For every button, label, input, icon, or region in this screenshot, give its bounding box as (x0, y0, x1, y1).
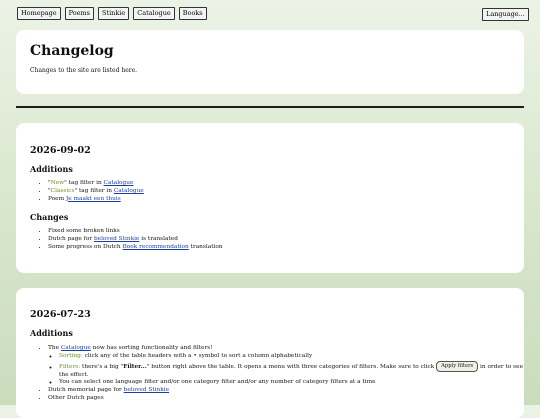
nav-poems-button[interactable]: Poems (64, 7, 95, 20)
list-item: Fixed some broken links (48, 228, 223, 236)
nav-catalogue-button[interactable]: Catalogue (133, 7, 175, 20)
list-item: Dutch page for beloved Stinkie is transl… (48, 236, 223, 244)
nav-books-button[interactable]: Books (178, 7, 207, 20)
list-item: Sorting: click any of the table headers … (59, 353, 528, 361)
filter-button-name: Filter... (123, 363, 147, 370)
tag-label: Classics (50, 187, 75, 194)
entry-date: 2026-07-23 (30, 309, 91, 320)
stinkie-link[interactable]: beloved Stinkie (124, 387, 169, 393)
poem-link[interactable]: Je maakt een thuis (66, 196, 121, 202)
apply-filters-button[interactable]: Apply filters (436, 360, 479, 372)
header-card: Changelog Changes to the site are listed… (16, 30, 524, 94)
entry-date: 2026-09-02 (30, 145, 91, 156)
additions-list: "New" tag filter in Catalogue "Classics"… (30, 180, 144, 203)
list-item: The Catalogue now has sorting functional… (48, 345, 528, 387)
sorting-label: Sorting: (59, 352, 83, 359)
catalogue-link[interactable]: Catalogue (104, 180, 134, 186)
additions-list: The Catalogue now has sorting functional… (30, 345, 528, 403)
divider (16, 106, 524, 108)
top-nav: Homepage Poems Stinkie Catalogue Books (17, 7, 207, 20)
catalogue-link[interactable]: Catalogue (61, 345, 91, 351)
list-item: Poem Je maakt een thuis (48, 196, 144, 204)
tag-label: New (50, 180, 65, 186)
page-title: Changelog (30, 43, 114, 59)
changes-list: Fixed some broken links Dutch page for b… (30, 228, 223, 251)
list-item: You can select one language filter and/o… (59, 379, 528, 387)
list-item: Dutch memorial page for beloved Stinkie (48, 387, 528, 395)
book-recommendation-link[interactable]: Book recommendation (123, 244, 189, 250)
list-item: "New" tag filter in Catalogue (48, 180, 144, 188)
sub-list: Sorting: click any of the table headers … (48, 353, 528, 387)
changelog-entry: 2026-09-02 Additions "New" tag filter in… (16, 123, 524, 273)
catalogue-link[interactable]: Catalogue (114, 188, 144, 194)
list-item: Other Dutch pages (48, 395, 528, 403)
additions-heading: Additions (30, 164, 73, 174)
filters-label: Filters: (59, 363, 81, 370)
list-item: Filters: there's a big "Filter..." butto… (59, 360, 528, 380)
stinkie-link[interactable]: beloved Stinkie (94, 236, 139, 242)
page-subtitle: Changes to the site are listed here. (30, 67, 138, 74)
changes-heading: Changes (30, 212, 69, 222)
list-item: "Classics" tag filter in Catalogue (48, 188, 144, 196)
nav-stinkie-button[interactable]: Stinkie (98, 7, 130, 20)
language-button[interactable]: Language... (482, 8, 529, 21)
changelog-entry: 2026-07-23 Additions The Catalogue now h… (16, 288, 524, 418)
nav-homepage-button[interactable]: Homepage (17, 7, 61, 20)
additions-heading: Additions (30, 328, 73, 338)
list-item: Some progress on Dutch Book recommendati… (48, 244, 223, 252)
